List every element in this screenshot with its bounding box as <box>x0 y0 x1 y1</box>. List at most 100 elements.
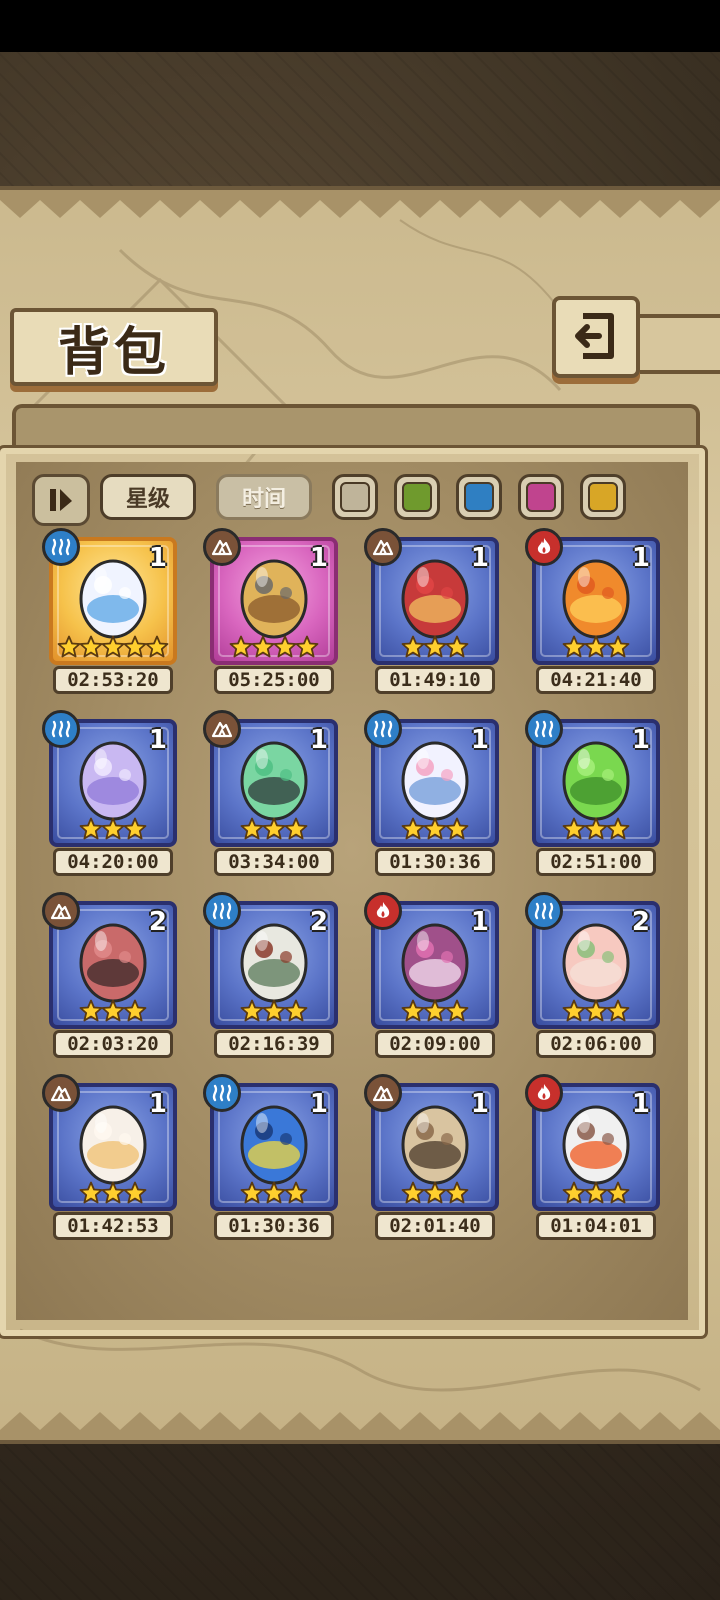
filter-green[interactable] <box>394 474 440 520</box>
star-icon <box>584 635 608 659</box>
egg-count: 1 <box>470 907 489 937</box>
star-icon <box>101 999 125 1023</box>
water-element-icon <box>42 710 80 748</box>
earth-element-icon <box>203 528 241 566</box>
tab-time[interactable]: 时间 <box>216 474 312 520</box>
straw-hat-egg-icon <box>387 1093 483 1189</box>
star-icon <box>423 635 447 659</box>
star-icon <box>423 817 447 841</box>
armored-green-egg-icon <box>226 729 322 825</box>
sort-order-button[interactable] <box>32 474 90 526</box>
horned-furry-egg-icon <box>226 547 322 643</box>
star-rating <box>536 999 656 1023</box>
star-icon <box>79 817 103 841</box>
egg-slot[interactable]: 1 01:30:36 <box>364 710 506 886</box>
egg-grid: 1 02:53:20 1 05:25:00 1 01:49:10 1 04:21:40 1 04:… <box>42 528 676 1254</box>
filter-swatch-blue <box>464 482 494 512</box>
egg-count: 1 <box>631 1089 650 1119</box>
star-rating <box>53 1181 173 1205</box>
blue-eye-egg-icon <box>226 1093 322 1189</box>
star-icon <box>606 817 630 841</box>
hatch-timer: 01:04:01 <box>536 1212 656 1240</box>
backpack-screen: 背包 星级 时间 1 02:53:20 1 05:25:00 1 01:49:10 1 04:… <box>0 0 720 1600</box>
egg-slot[interactable]: 1 05:25:00 <box>203 528 345 704</box>
status-bar <box>0 0 720 52</box>
green-bubble-egg-icon <box>548 729 644 825</box>
filter-blue[interactable] <box>456 474 502 520</box>
star-icon <box>240 999 264 1023</box>
filter-swatch-gray <box>340 482 370 512</box>
mushroom-egg-icon <box>387 911 483 1007</box>
peach-egg-icon <box>548 911 644 1007</box>
water-element-icon <box>203 1074 241 1112</box>
egg-slot[interactable]: 1 03:34:00 <box>203 710 345 886</box>
hatch-timer: 02:51:00 <box>536 848 656 876</box>
back-arrow-icon <box>575 313 614 359</box>
star-icon <box>79 999 103 1023</box>
egg-slot[interactable]: 1 01:49:10 <box>364 528 506 704</box>
water-element-icon <box>364 710 402 748</box>
egg-slot[interactable]: 2 02:03:20 <box>42 892 184 1068</box>
hatch-timer: 01:30:36 <box>214 1212 334 1240</box>
water-element-icon <box>525 892 563 930</box>
egg-slot[interactable]: 1 02:53:20 <box>42 528 184 704</box>
filter-pink[interactable] <box>518 474 564 520</box>
star-icon <box>606 635 630 659</box>
hatch-timer: 02:03:20 <box>53 1030 173 1058</box>
filter-yellow[interactable] <box>580 474 626 520</box>
egg-count: 1 <box>470 1089 489 1119</box>
hatch-timer: 02:01:40 <box>375 1212 495 1240</box>
egg-slot[interactable]: 1 02:51:00 <box>525 710 667 886</box>
filter-swatch-pink <box>526 482 556 512</box>
fire-element-icon <box>525 1074 563 1112</box>
star-icon <box>101 1181 125 1205</box>
star-icon <box>423 999 447 1023</box>
star-rating <box>214 635 334 659</box>
egg-slot[interactable]: 1 02:01:40 <box>364 1074 506 1250</box>
egg-slot[interactable]: 2 02:06:00 <box>525 892 667 1068</box>
egg-slot[interactable]: 1 01:04:01 <box>525 1074 667 1250</box>
egg-slot[interactable]: 1 04:20:00 <box>42 710 184 886</box>
earth-element-icon <box>203 710 241 748</box>
star-rating <box>53 635 173 659</box>
hatch-timer: 01:42:53 <box>53 1212 173 1240</box>
egg-count: 1 <box>148 1089 167 1119</box>
hatch-timer: 01:30:36 <box>375 848 495 876</box>
star-rating <box>536 635 656 659</box>
star-icon <box>123 817 147 841</box>
cracked-stone-egg-icon <box>226 911 322 1007</box>
star-rating <box>53 817 173 841</box>
star-icon <box>123 999 147 1023</box>
egg-count: 2 <box>148 907 167 937</box>
egg-slot[interactable]: 1 02:09:00 <box>364 892 506 1068</box>
star-icon <box>295 635 319 659</box>
egg-count: 1 <box>309 725 328 755</box>
fire-element-icon <box>525 528 563 566</box>
egg-count: 1 <box>309 543 328 573</box>
star-icon <box>240 1181 264 1205</box>
egg-count: 1 <box>631 725 650 755</box>
earth-element-icon <box>364 1074 402 1112</box>
egg-slot[interactable]: 2 02:16:39 <box>203 892 345 1068</box>
back-button[interactable] <box>552 296 640 378</box>
egg-slot[interactable]: 1 01:42:53 <box>42 1074 184 1250</box>
star-icon <box>401 635 425 659</box>
star-icon <box>229 635 253 659</box>
star-icon <box>79 635 103 659</box>
filter-swatch-yellow <box>588 482 618 512</box>
star-icon <box>57 635 81 659</box>
star-icon <box>445 635 469 659</box>
star-rating <box>214 817 334 841</box>
hatch-timer: 04:21:40 <box>536 666 656 694</box>
egg-count: 2 <box>309 907 328 937</box>
star-icon <box>262 999 286 1023</box>
egg-slot[interactable]: 1 01:30:36 <box>203 1074 345 1250</box>
star-icon <box>401 817 425 841</box>
filter-all[interactable] <box>332 474 378 520</box>
back-bar <box>630 314 720 374</box>
star-icon <box>606 999 630 1023</box>
tab-star-rating[interactable]: 星级 <box>100 474 196 520</box>
egg-slot[interactable]: 1 04:21:40 <box>525 528 667 704</box>
star-icon <box>101 635 125 659</box>
star-icon <box>123 1181 147 1205</box>
